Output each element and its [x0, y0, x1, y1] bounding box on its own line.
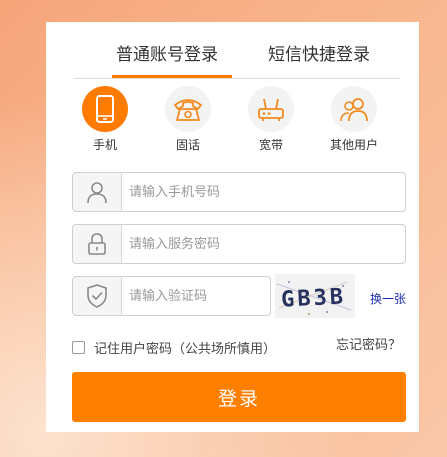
- tab-sms-login[interactable]: 短信快捷登录: [268, 40, 370, 65]
- login-tabs: 普通账号登录 短信快捷登录: [74, 22, 400, 79]
- router-icon: [248, 86, 294, 132]
- refresh-captcha-link[interactable]: 换一张: [370, 290, 406, 307]
- login-type-label: 手机: [92, 138, 117, 152]
- user-icon: [73, 173, 122, 211]
- password-input[interactable]: [129, 234, 379, 254]
- login-type-broadband[interactable]: 宽带: [236, 86, 306, 153]
- forgot-password-link[interactable]: 忘记密码？: [336, 334, 401, 353]
- password-field: [72, 224, 406, 264]
- captcha-text: GB3B: [281, 284, 347, 312]
- login-type-selector: 手机 固话 宽带 其他用户: [70, 86, 400, 156]
- login-type-label: 宽带: [258, 138, 283, 152]
- lock-icon: [73, 225, 122, 263]
- remember-password-checkbox[interactable]: [72, 341, 85, 354]
- verification-code-field: [72, 276, 271, 316]
- users-icon: [331, 86, 377, 132]
- login-type-other[interactable]: 其他用户: [319, 86, 389, 153]
- login-type-label: 固话: [175, 138, 200, 152]
- login-type-mobile[interactable]: 手机: [70, 86, 140, 153]
- phone-input[interactable]: [129, 182, 379, 202]
- login-type-label: 其他用户: [329, 138, 378, 152]
- shield-check-icon: [73, 277, 122, 315]
- remember-password: 记住用户密码（公共场所慎用）: [72, 338, 276, 357]
- tab-account-login[interactable]: 普通账号登录: [116, 40, 218, 65]
- login-button[interactable]: 登录: [72, 372, 406, 422]
- login-type-landline[interactable]: 固话: [153, 86, 223, 153]
- remember-password-label[interactable]: 记住用户密码（公共场所慎用）: [94, 338, 276, 357]
- active-tab-underline: [112, 75, 232, 78]
- telephone-icon: [165, 86, 211, 132]
- captcha-image[interactable]: GB3B: [275, 274, 355, 318]
- login-card: 普通账号登录 短信快捷登录 手机 固话 宽带 其他用户 请输入手机号码 请输入验…: [46, 22, 419, 432]
- verification-code-input[interactable]: [129, 286, 264, 306]
- mobile-phone-icon: [82, 86, 128, 132]
- phone-field: [72, 172, 406, 212]
